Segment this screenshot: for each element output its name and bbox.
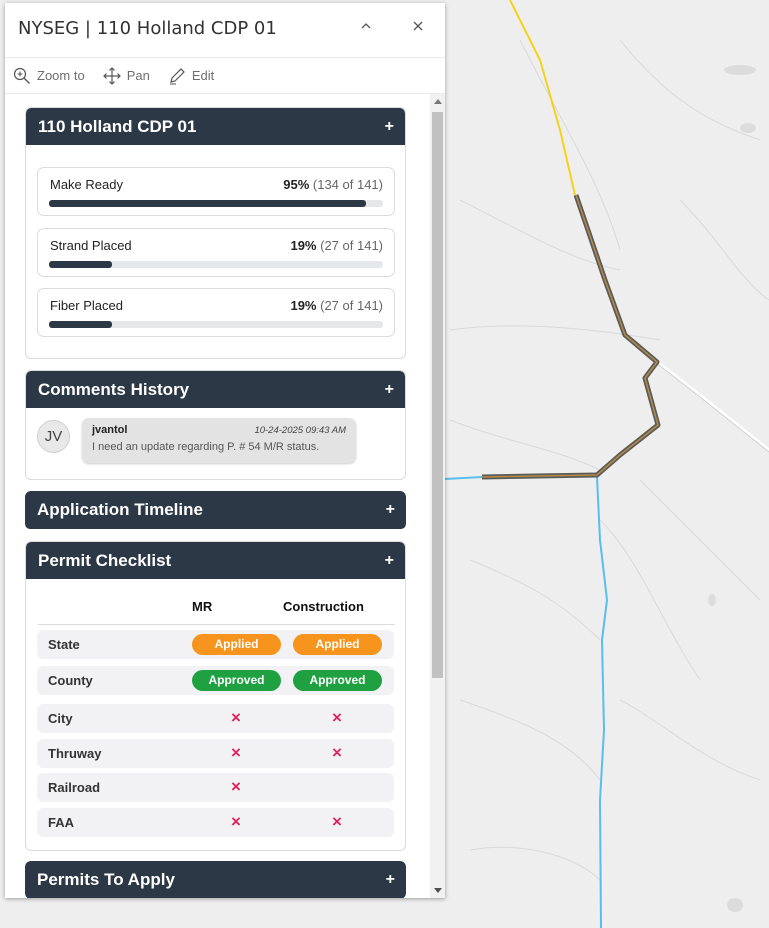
feature-popup: NYSEG | 110 Holland CDP 01 Zoom to Pan E…: [5, 3, 445, 898]
timeline-card-title: Application Timeline: [37, 500, 203, 519]
permit-name: City: [48, 711, 73, 726]
expand-icon[interactable]: +: [385, 371, 394, 408]
progress-bar-fill: [49, 321, 113, 328]
expand-icon[interactable]: +: [385, 542, 394, 579]
timeline-card: Application Timeline +: [25, 491, 406, 530]
scroll-up-arrow[interactable]: [434, 99, 442, 104]
progress-percent: 19%: [290, 298, 317, 313]
permit-row: State Applied Applied: [37, 630, 394, 659]
progress-percent: 95%: [283, 177, 310, 192]
permit-checklist-card: Permit Checklist + MR Construction State…: [25, 541, 406, 851]
progress-label: Fiber Placed: [50, 298, 123, 313]
progress-value: 19% (27 of 141): [290, 238, 383, 253]
progress-bar: [49, 261, 383, 268]
expand-icon[interactable]: +: [386, 491, 395, 529]
comment-bubble: jvantol 10-24-2025 09:43 AM I need an up…: [82, 418, 356, 463]
comments-card: Comments History + JV jvantol 10-24-2025…: [25, 370, 406, 480]
close-icon[interactable]: [407, 17, 429, 39]
status-badge-construction: Approved: [293, 670, 382, 691]
popup-actions: Zoom to Pan Edit: [5, 57, 445, 94]
popup-header: NYSEG | 110 Holland CDP 01: [5, 3, 445, 57]
permit-checklist-title: Permit Checklist: [38, 551, 172, 570]
comments-card-title: Comments History: [38, 380, 190, 399]
not-applied-icon: ×: [231, 743, 241, 762]
scroll-down-arrow[interactable]: [434, 888, 442, 893]
progress-detail: (27 of 141): [320, 298, 383, 313]
comment-text: I need an update regarding P. # 54 M/R s…: [92, 441, 320, 453]
chevron-up-icon[interactable]: [355, 17, 377, 39]
permits-to-apply-card: Permits To Apply +: [25, 861, 406, 898]
permit-name: FAA: [48, 815, 74, 830]
not-applied-icon: ×: [332, 812, 342, 831]
status-badge-construction: Applied: [293, 634, 382, 655]
permit-row: City × ×: [37, 704, 394, 733]
pan-button[interactable]: Pan: [102, 66, 150, 85]
permit-name: Thruway: [48, 746, 102, 761]
table-divider: [38, 624, 395, 625]
popup-content: 110 Holland CDP 01 + Make Ready 95% (134 …: [5, 94, 445, 898]
not-applied-icon: ×: [332, 743, 342, 762]
popup-title: NYSEG | 110 Holland CDP 01: [18, 18, 277, 39]
permit-row: County Approved Approved: [37, 666, 394, 695]
move-icon: [102, 66, 121, 85]
progress-value: 19% (27 of 141): [290, 298, 383, 313]
expand-icon[interactable]: +: [386, 861, 395, 898]
progress-bar: [49, 321, 383, 328]
zoom-to-label: Zoom to: [37, 68, 85, 83]
progress-card-title: 110 Holland CDP 01: [38, 117, 197, 136]
not-applied-icon: ×: [231, 708, 241, 727]
permit-row: FAA × ×: [37, 808, 394, 837]
column-header-mr: MR: [192, 599, 213, 614]
progress-bar-fill: [49, 261, 113, 268]
edit-label: Edit: [191, 68, 215, 83]
progress-item: Strand Placed 19% (27 of 141): [37, 228, 395, 277]
permit-row: Thruway × ×: [37, 739, 394, 768]
progress-label: Strand Placed: [50, 238, 132, 253]
timeline-card-header[interactable]: Application Timeline +: [25, 491, 406, 529]
permit-checklist-header[interactable]: Permit Checklist +: [26, 542, 405, 579]
permit-name: County: [48, 673, 93, 688]
status-badge-mr: Applied: [192, 634, 281, 655]
avatar: JV: [37, 420, 70, 453]
status-badge-mr: Approved: [192, 670, 281, 691]
progress-percent: 19%: [290, 238, 317, 253]
permit-row: Railroad ×: [37, 773, 394, 802]
progress-label: Make Ready: [50, 177, 123, 192]
progress-item: Make Ready 95% (134 of 141): [37, 167, 395, 216]
permit-name: State: [48, 637, 80, 652]
progress-bar: [49, 200, 383, 207]
zoom-in-icon: [13, 67, 30, 84]
progress-card: 110 Holland CDP 01 + Make Ready 95% (134 …: [25, 107, 406, 359]
permits-to-apply-header[interactable]: Permits To Apply +: [25, 861, 406, 898]
progress-value: 95% (134 of 141): [283, 177, 383, 192]
permit-table: MR Construction State Applied Applied Count…: [26, 579, 405, 850]
pencil-icon: [169, 67, 185, 84]
progress-card-header[interactable]: 110 Holland CDP 01 +: [26, 108, 405, 145]
comment-item: JV jvantol 10-24-2025 09:43 AM I need an…: [26, 408, 405, 478]
zoom-to-button[interactable]: Zoom to: [13, 67, 85, 85]
expand-icon[interactable]: +: [385, 108, 394, 145]
progress-detail: (27 of 141): [320, 238, 383, 253]
progress-item: Fiber Placed 19% (27 of 141): [37, 288, 395, 337]
comment-user: jvantol: [92, 424, 128, 436]
progress-bar-fill: [49, 200, 367, 207]
edit-button[interactable]: Edit: [168, 67, 214, 85]
not-applied-icon: ×: [332, 708, 342, 727]
not-applied-icon: ×: [231, 777, 241, 796]
comments-card-header[interactable]: Comments History +: [26, 371, 405, 408]
pan-label: Pan: [126, 68, 150, 83]
scrollbar-thumb[interactable]: [432, 112, 443, 678]
progress-detail: (134 of 141): [312, 177, 383, 192]
not-applied-icon: ×: [231, 812, 241, 831]
comment-timestamp: 10-24-2025 09:43 AM: [254, 425, 346, 436]
column-header-construction: Construction: [283, 599, 364, 614]
permit-name: Railroad: [48, 780, 101, 795]
permits-to-apply-title: Permits To Apply: [37, 870, 175, 889]
